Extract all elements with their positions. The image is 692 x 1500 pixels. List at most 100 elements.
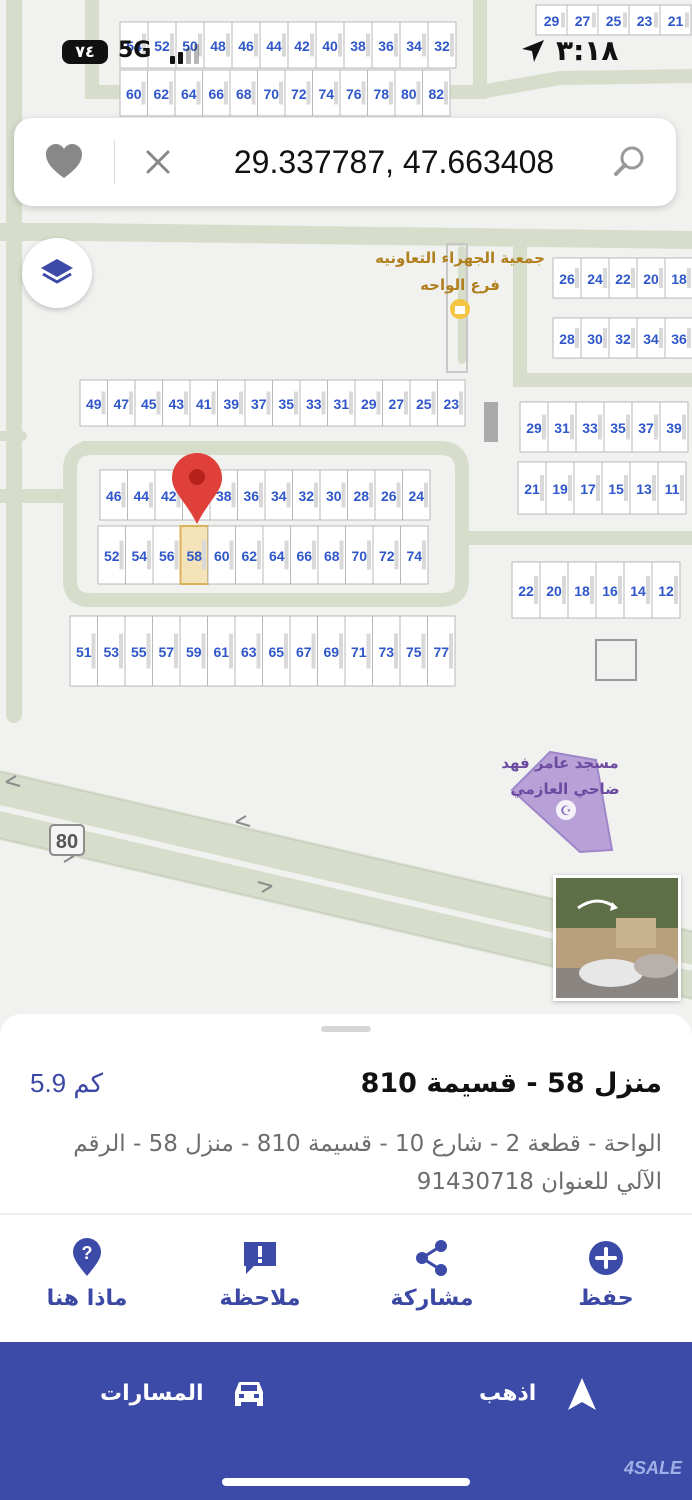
plot-number: 42 (161, 488, 177, 504)
plot-number: 27 (388, 396, 404, 412)
bottom-bar: اذهب المسارات (0, 1342, 692, 1500)
plot-building (231, 482, 236, 508)
favorite-heart-icon[interactable] (42, 140, 86, 184)
plot-number: 22 (615, 271, 631, 287)
plot-number: 67 (296, 644, 312, 660)
plot-building (339, 540, 344, 570)
street-view-thumbnail[interactable] (553, 875, 681, 1001)
plot-building (147, 540, 151, 570)
plot-building (598, 414, 602, 440)
layers-button[interactable] (22, 238, 92, 308)
plot-number: 30 (326, 488, 342, 504)
plot-building (652, 475, 656, 501)
plot-number: 35 (610, 420, 626, 436)
plot-building (266, 391, 271, 415)
place-address: الواحة - قطعة 2 - شارع 10 - قسيمة 810 - … (73, 1131, 662, 1195)
plot-number: 16 (602, 583, 618, 599)
plot-number: 49 (86, 396, 102, 412)
signal-icon (170, 44, 200, 64)
plot-building (366, 633, 371, 669)
plot-number: 11 (665, 481, 680, 497)
plot-number: 63 (241, 644, 257, 660)
plot-building (654, 414, 658, 440)
search-input[interactable]: 29.337787, 47.663408 (194, 138, 594, 186)
plot-number: 18 (671, 271, 687, 287)
plot-building (284, 540, 289, 570)
home-indicator (222, 1478, 470, 1486)
save-button[interactable]: حفظ (536, 1230, 676, 1326)
plot-building (421, 633, 426, 669)
plot-number: 36 (671, 331, 687, 347)
plot-number: 29 (526, 420, 542, 436)
plot-building (674, 576, 678, 604)
note-icon (244, 1242, 276, 1274)
plot-building (687, 268, 691, 288)
place-distance: 5.9 كم (30, 1068, 104, 1098)
plot-number: 20 (643, 271, 659, 287)
plot-building (146, 633, 151, 669)
plot-building (590, 576, 594, 604)
whats-here-button[interactable]: ? ماذا هنا (17, 1230, 157, 1326)
plot-number: 75 (406, 644, 422, 660)
plot-number: 51 (76, 644, 92, 660)
whats-here-label: ماذا هنا (46, 1286, 128, 1311)
plot-building (156, 391, 161, 415)
plot-number: 20 (546, 583, 562, 599)
plot-building (394, 540, 399, 570)
plot-number: 33 (582, 420, 598, 436)
plot-building (603, 328, 607, 348)
plot-building (603, 268, 607, 288)
plot-building (562, 576, 566, 604)
search-icon[interactable] (610, 142, 650, 182)
search-bar[interactable]: 29.337787, 47.663408 (14, 118, 676, 206)
plot-building (174, 633, 178, 669)
plot-number: 73 (378, 644, 394, 660)
poi-coop-branch: فرع الواحه (420, 276, 500, 294)
share-icon (416, 1240, 447, 1276)
sheet-handle[interactable] (321, 1026, 371, 1032)
plot-building (626, 414, 630, 440)
plot-number: 60 (214, 548, 230, 564)
plot-number: 47 (113, 396, 129, 412)
location-arrow-icon (522, 40, 544, 62)
plot-building (376, 391, 381, 415)
plot-building (680, 475, 684, 501)
plot-building (534, 576, 538, 604)
go-button[interactable]: اذهب (479, 1364, 602, 1424)
plot-building (211, 391, 216, 415)
poi-mosque[interactable]: مسجد عامر فهد ضاحي العازمي ☪ (501, 750, 620, 854)
svg-text:?: ? (82, 1243, 93, 1263)
road-shield-label: 80 (56, 831, 78, 853)
clear-icon[interactable] (138, 142, 178, 182)
plot-building (540, 475, 544, 501)
routes-label: المسارات (100, 1381, 204, 1406)
parcel-outline (595, 639, 637, 681)
plot-building (229, 633, 233, 669)
car-icon (235, 1382, 264, 1406)
road-shield: 80 (49, 824, 85, 856)
plot-number: 31 (554, 420, 570, 436)
save-label: حفظ (578, 1286, 634, 1311)
navigate-arrow-icon (568, 1378, 596, 1410)
plot-building (424, 482, 428, 508)
note-button[interactable]: ملاحظة (190, 1230, 330, 1326)
plot-number: 45 (141, 396, 157, 412)
plot-building (575, 268, 579, 288)
plot-number: 33 (306, 396, 322, 412)
routes-button[interactable]: المسارات (100, 1364, 269, 1424)
plot-building (659, 268, 663, 288)
plot-building (284, 633, 288, 669)
plot-building (339, 633, 343, 669)
plot-building (449, 633, 453, 669)
plot-building (646, 576, 650, 604)
plot-building (596, 475, 600, 501)
plot-number: 25 (416, 396, 432, 412)
plot-building (394, 633, 398, 669)
plot-number: 70 (351, 548, 367, 564)
plot-building (624, 475, 628, 501)
plot-number: 30 (587, 331, 603, 347)
plot-number: 62 (241, 548, 257, 564)
plot-number: 39 (223, 396, 239, 412)
share-button[interactable]: مشاركة (362, 1230, 502, 1326)
plot-building (682, 414, 686, 440)
